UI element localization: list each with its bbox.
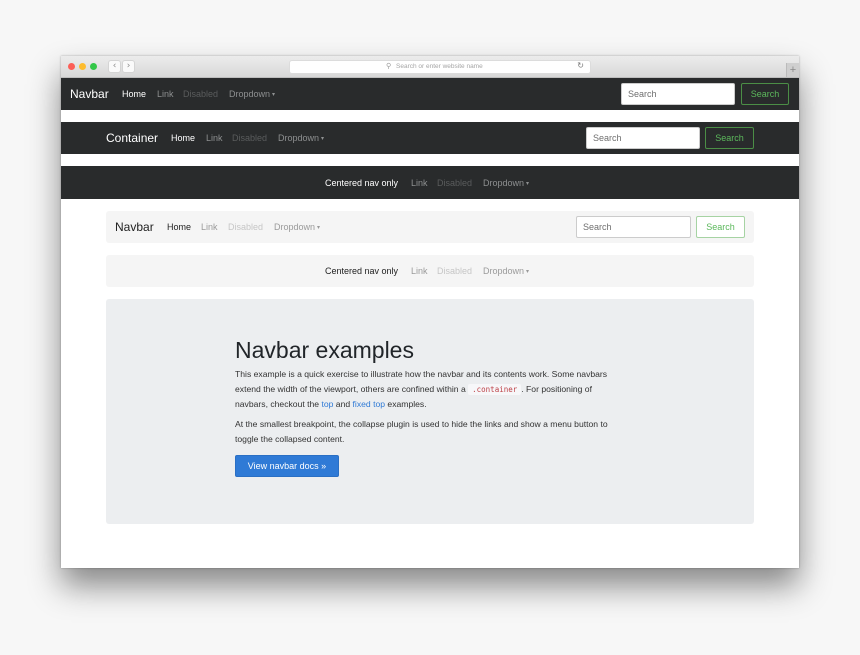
nav-link-link[interactable]: Link <box>201 222 218 232</box>
nav-dropdown[interactable]: Dropdown ▾ <box>278 133 324 143</box>
search-button[interactable]: Search <box>741 83 789 105</box>
navbar-brand[interactable]: Navbar <box>70 87 109 101</box>
navbar-light: Navbar Home Link Disabled Dropdown ▾ Sear… <box>106 211 754 243</box>
dropdown-label: Dropdown <box>274 222 316 232</box>
search-button[interactable]: Search <box>705 127 754 149</box>
nav-link-home[interactable]: Home <box>167 222 191 232</box>
nav-link-disabled: Disabled <box>183 89 219 99</box>
caret-down-icon: ▾ <box>526 181 530 187</box>
caret-down-icon: ▾ <box>317 225 321 231</box>
container-code: .container <box>468 383 522 395</box>
search-icon: ⚲ <box>386 62 392 70</box>
back-button[interactable]: ‹ <box>108 60 121 73</box>
page-title: Navbar examples <box>235 337 414 363</box>
chevron-right-icon: › <box>126 61 131 71</box>
nav-dropdown[interactable]: Dropdown ▾ <box>483 266 529 276</box>
plus-icon: + <box>789 64 797 76</box>
nav-link-disabled: Disabled <box>437 178 473 188</box>
nav-link-link[interactable]: Link <box>411 266 428 276</box>
nav-link-link[interactable]: Link <box>206 133 223 143</box>
search-button[interactable]: Search <box>696 216 745 238</box>
navbar-brand[interactable]: Navbar <box>115 220 154 234</box>
nav-dropdown[interactable]: Dropdown ▾ <box>274 222 320 232</box>
search-input[interactable]: Search <box>576 216 691 238</box>
navbar-light-centered: Centered nav only Link Disabled Dropdown… <box>106 255 754 287</box>
text: and <box>333 399 353 409</box>
caret-down-icon: ▾ <box>272 92 276 98</box>
dropdown-label: Dropdown <box>278 133 320 143</box>
dropdown-label: Dropdown <box>483 178 525 188</box>
search-input[interactable]: Search <box>586 127 700 149</box>
nav-link-centered[interactable]: Centered nav only <box>325 178 398 188</box>
breakpoint-paragraph: At the smallest breakpoint, the collapse… <box>235 419 608 444</box>
nav-link-disabled: Disabled <box>232 133 268 143</box>
nav-link-centered[interactable]: Centered nav only <box>325 266 398 276</box>
nav-link-disabled: Disabled <box>228 222 264 232</box>
nav-dropdown[interactable]: Dropdown ▾ <box>229 89 275 99</box>
fixed-top-link[interactable]: fixed top <box>353 399 386 409</box>
close-window-button[interactable] <box>68 63 75 70</box>
caret-down-icon: ▾ <box>321 136 325 142</box>
nav-link-home[interactable]: Home <box>171 133 195 143</box>
text: examples. <box>385 399 427 409</box>
reload-icon[interactable]: ↻ <box>577 61 584 70</box>
nav-link-link[interactable]: Link <box>411 178 428 188</box>
zoom-window-button[interactable] <box>90 63 97 70</box>
caret-down-icon: ▾ <box>526 269 530 275</box>
nav-link-home[interactable]: Home <box>122 89 146 99</box>
navbar-brand[interactable]: Container <box>106 131 158 145</box>
chevron-left-icon: ‹ <box>112 61 117 71</box>
nav-link-link[interactable]: Link <box>157 89 174 99</box>
jumbotron: Navbar examples This example is a quick … <box>106 299 754 524</box>
navbar-container: Container Home Link Disabled Dropdown ▾ S… <box>61 122 799 154</box>
view-docs-button[interactable]: View navbar docs » <box>235 455 339 477</box>
search-input[interactable]: Search <box>621 83 735 105</box>
nav-link-disabled: Disabled <box>437 266 473 276</box>
forward-button[interactable]: › <box>122 60 135 73</box>
top-link[interactable]: top <box>321 399 333 409</box>
minimize-window-button[interactable] <box>79 63 86 70</box>
intro-paragraph: This example is a quick exercise to illu… <box>235 367 615 412</box>
address-bar[interactable]: ⚲ Search or enter website name ↻ <box>289 60 591 74</box>
dropdown-label: Dropdown <box>229 89 271 99</box>
nav-dropdown[interactable]: Dropdown ▾ <box>483 178 529 188</box>
browser-window: ‹ › ⚲ Search or enter website name ↻ + N… <box>61 56 799 568</box>
navbar-full-width: Navbar Home Link Disabled Dropdown ▾ Sear… <box>61 78 799 110</box>
new-tab-button[interactable]: + <box>786 63 799 77</box>
navbar-centered: Centered nav only Link Disabled Dropdown… <box>61 166 799 199</box>
browser-titlebar: ‹ › ⚲ Search or enter website name ↻ + <box>61 56 799 78</box>
address-placeholder: Search or enter website name <box>396 63 483 70</box>
dropdown-label: Dropdown <box>483 266 525 276</box>
